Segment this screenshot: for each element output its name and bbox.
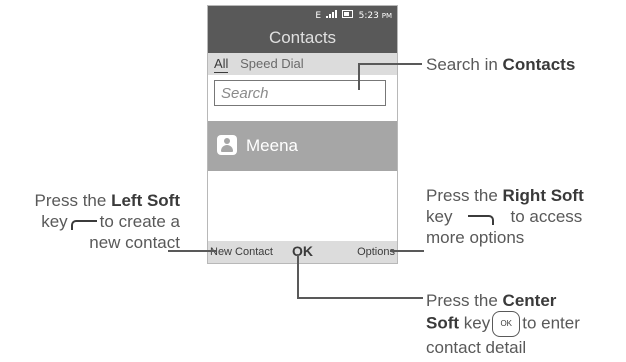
left-callout-line2: to create a <box>99 212 180 231</box>
left-softkey-icon <box>70 219 97 230</box>
left-softkey-callout: Press the Left Soft key to create a new c… <box>4 190 180 253</box>
left-softkey[interactable]: New Contact <box>210 246 273 258</box>
tab-all[interactable]: All <box>214 56 229 73</box>
ok-key-icon: OK <box>492 311 521 337</box>
clock-ampm: PM <box>381 12 392 20</box>
center-callout-bold: Center <box>502 291 557 310</box>
search-callout-bold: Contacts <box>502 55 576 74</box>
left-callout-bold: Left Soft <box>111 191 180 210</box>
network-indicator: E <box>315 11 322 21</box>
right-callout-key: key <box>426 207 453 226</box>
center-callout-bold2: Soft <box>426 313 460 333</box>
right-callout-line3: more options <box>426 228 525 247</box>
right-softkey-callout: Press the Right Soft key to access more o… <box>426 185 626 248</box>
right-callout-line2: to access <box>510 207 583 226</box>
left-callout-line3: new contact <box>89 233 180 252</box>
center-callout-line2: to enter <box>522 313 580 333</box>
right-softkey-icon <box>468 214 495 225</box>
contact-list-item[interactable]: Meena <box>208 121 397 171</box>
center-softkey[interactable]: OK <box>292 243 313 259</box>
tab-speed-dial[interactable]: Speed Dial <box>240 53 304 75</box>
center-callout-line3: contact detail <box>426 338 527 357</box>
search-callout-text: Search in <box>426 55 503 74</box>
right-callout-line <box>390 250 424 252</box>
battery-icon <box>341 10 353 18</box>
search-input[interactable]: Search <box>214 80 386 106</box>
search-callout-line-h <box>358 63 422 65</box>
right-callout-bold: Right Soft <box>502 186 584 205</box>
center-callout-line-h <box>297 297 423 299</box>
person-icon <box>217 135 237 155</box>
contact-name: Meena <box>246 136 298 155</box>
center-callout-key: key <box>459 313 491 333</box>
clock-time: 5:23 <box>358 11 379 21</box>
phone-screen: E 5:23 PM Contacts All Speed Dial Search… <box>207 5 398 264</box>
softkey-bar: New Contact OK Options <box>208 241 397 263</box>
search-callout: Search in Contacts <box>426 54 575 75</box>
left-callout-key: key <box>41 212 68 231</box>
page-title: Contacts <box>208 23 397 53</box>
center-callout-line1: Press the <box>426 291 503 310</box>
center-softkey-callout: Press the Center Soft key OK to enter cont… <box>426 290 626 358</box>
center-callout-line-v <box>297 254 299 298</box>
search-callout-line-v <box>358 64 360 90</box>
right-callout-line1: Press the <box>426 186 503 205</box>
left-callout-line1: Press the <box>34 191 112 210</box>
signal-icon <box>325 10 337 18</box>
right-softkey[interactable]: Options <box>357 246 395 258</box>
